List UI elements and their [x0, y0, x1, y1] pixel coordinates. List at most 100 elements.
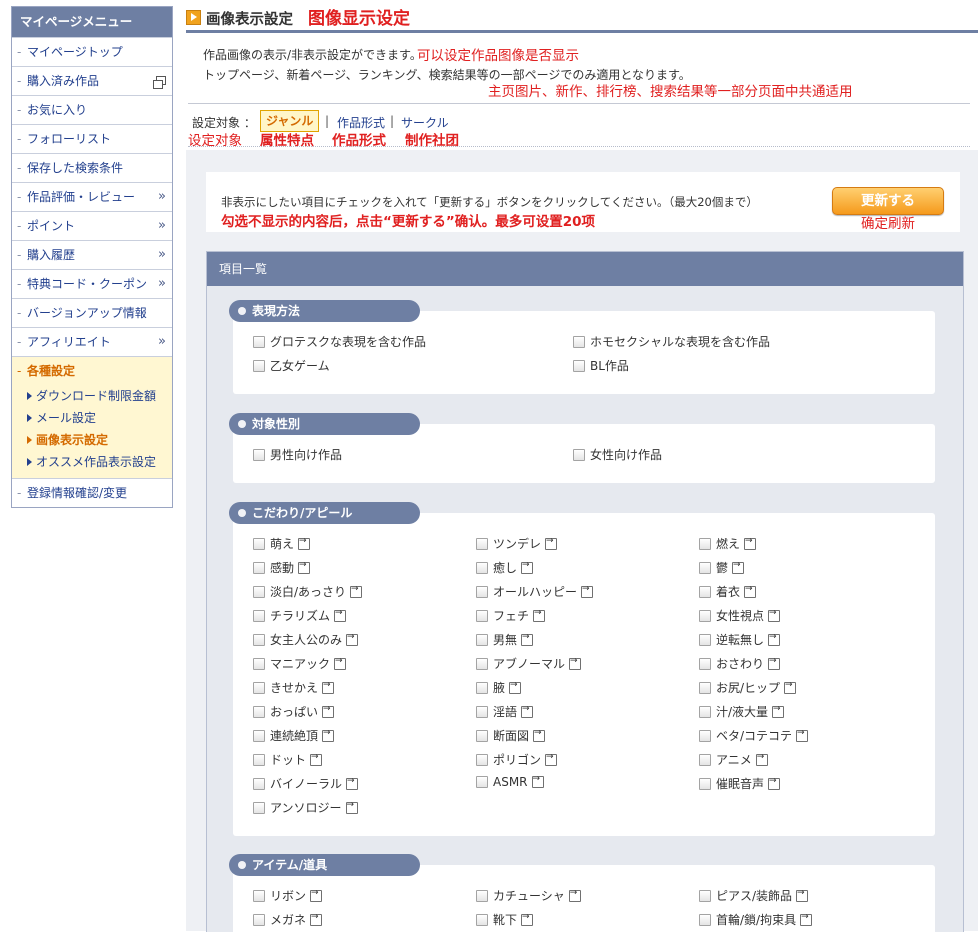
checkbox[interactable]: [253, 609, 265, 622]
checkbox[interactable]: [476, 585, 488, 598]
category-checkbox-item[interactable]: 癒し: [476, 559, 534, 576]
link-arrow-icon[interactable]: [531, 774, 544, 788]
link-arrow-icon[interactable]: [533, 728, 546, 742]
sidebar-item[interactable]: お気に入り: [12, 95, 172, 124]
category-checkbox-item[interactable]: 逆転無し: [699, 631, 781, 648]
update-button[interactable]: 更新する: [832, 187, 944, 215]
checkbox[interactable]: [476, 776, 488, 788]
category-checkbox-item[interactable]: おさわり: [699, 655, 781, 672]
link-arrow-icon[interactable]: [796, 888, 809, 902]
link-arrow-icon[interactable]: [509, 680, 522, 694]
link-arrow-icon[interactable]: [334, 656, 347, 670]
link-arrow-icon[interactable]: [322, 680, 335, 694]
checkbox[interactable]: [253, 729, 265, 742]
link-arrow-icon[interactable]: [545, 536, 558, 550]
link-arrow-icon[interactable]: [796, 728, 809, 742]
category-checkbox-item[interactable]: 汁/液大量: [699, 703, 785, 720]
checkbox[interactable]: [253, 448, 265, 461]
category-checkbox-item[interactable]: カチューシャ: [476, 887, 581, 904]
category-checkbox-item[interactable]: アブノーマル: [476, 655, 582, 672]
link-arrow-icon[interactable]: [768, 608, 781, 622]
category-checkbox-item[interactable]: 男無: [476, 631, 534, 648]
checkbox[interactable]: [573, 448, 585, 461]
category-checkbox-item[interactable]: 腋: [476, 679, 522, 696]
link-arrow-icon[interactable]: [521, 632, 534, 646]
checkbox[interactable]: [253, 561, 265, 574]
link-arrow-icon[interactable]: [346, 776, 359, 790]
link-arrow-icon[interactable]: [298, 560, 311, 574]
link-arrow-icon[interactable]: [568, 888, 581, 902]
checkbox[interactable]: [699, 657, 711, 670]
category-checkbox-item[interactable]: 萌え: [253, 535, 311, 552]
link-arrow-icon[interactable]: [768, 632, 781, 646]
checkbox[interactable]: [476, 633, 488, 646]
category-checkbox-item[interactable]: 感動: [253, 559, 311, 576]
category-checkbox-item[interactable]: ポリゴン: [476, 751, 558, 768]
link-arrow-icon[interactable]: [800, 912, 813, 926]
sidebar-subitem[interactable]: メール設定: [12, 407, 172, 429]
checkbox[interactable]: [476, 537, 488, 550]
checkbox[interactable]: [476, 753, 488, 766]
checkbox[interactable]: [699, 585, 711, 598]
category-checkbox-item[interactable]: きせかえ: [253, 679, 335, 696]
checkbox[interactable]: [699, 537, 711, 550]
category-checkbox-item[interactable]: リボン: [253, 887, 323, 904]
checkbox[interactable]: [253, 335, 265, 348]
sidebar-item[interactable]: ポイント »: [12, 211, 172, 240]
category-checkbox-item[interactable]: 男性向け作品: [253, 446, 342, 463]
sidebar-item[interactable]: 保存した検索条件: [12, 153, 172, 182]
category-checkbox-item[interactable]: バイノーラル: [253, 775, 359, 792]
link-arrow-icon[interactable]: [345, 800, 358, 814]
category-checkbox-item[interactable]: グロテスクな表現を含む作品: [253, 333, 426, 350]
link-arrow-icon[interactable]: [772, 704, 785, 718]
link-arrow-icon[interactable]: [298, 536, 311, 550]
category-checkbox-item[interactable]: フェチ: [476, 607, 546, 624]
checkbox[interactable]: [253, 801, 265, 814]
category-checkbox-item[interactable]: ベタ/コテコテ: [699, 727, 809, 744]
category-checkbox-item[interactable]: 催眠音声: [699, 775, 781, 792]
category-checkbox-item[interactable]: 乙女ゲーム: [253, 357, 330, 374]
link-arrow-icon[interactable]: [784, 680, 797, 694]
checkbox[interactable]: [699, 729, 711, 742]
category-checkbox-item[interactable]: 女性向け作品: [573, 446, 662, 463]
checkbox[interactable]: [699, 609, 711, 622]
checkbox[interactable]: [253, 359, 265, 372]
category-checkbox-item[interactable]: 女主人公のみ: [253, 631, 359, 648]
checkbox[interactable]: [253, 633, 265, 646]
category-checkbox-item[interactable]: 鬱: [699, 559, 745, 576]
link-arrow-icon[interactable]: [322, 704, 335, 718]
category-checkbox-item[interactable]: ASMR: [476, 774, 544, 789]
checkbox[interactable]: [573, 335, 585, 348]
sidebar-subitem[interactable]: オススメ作品表示設定: [12, 451, 172, 473]
link-arrow-icon[interactable]: [310, 752, 323, 766]
sidebar-item[interactable]: バージョンアップ情報: [12, 298, 172, 327]
category-checkbox-item[interactable]: 淫語: [476, 703, 534, 720]
checkbox[interactable]: [699, 913, 711, 926]
link-arrow-icon[interactable]: [533, 608, 546, 622]
checkbox[interactable]: [253, 705, 265, 718]
sidebar-subitem[interactable]: ダウンロード制限金額: [12, 385, 172, 407]
category-checkbox-item[interactable]: BL作品: [573, 357, 629, 374]
link-arrow-icon[interactable]: [569, 656, 582, 670]
checkbox[interactable]: [476, 705, 488, 718]
link-arrow-icon[interactable]: [732, 560, 745, 574]
link-arrow-icon[interactable]: [334, 608, 347, 622]
category-checkbox-item[interactable]: ドット: [253, 751, 323, 768]
category-checkbox-item[interactable]: ホモセクシャルな表現を含む作品: [573, 333, 770, 350]
category-checkbox-item[interactable]: お尻/ヒップ: [699, 679, 797, 696]
sidebar-item[interactable]: マイページトップ: [12, 37, 172, 66]
link-arrow-icon[interactable]: [755, 752, 768, 766]
checkbox[interactable]: [699, 633, 711, 646]
checkbox[interactable]: [699, 753, 711, 766]
sidebar-item-account[interactable]: 登録情報確認/変更: [12, 478, 172, 507]
checkbox[interactable]: [476, 681, 488, 694]
checkbox[interactable]: [253, 777, 265, 790]
category-checkbox-item[interactable]: 女性視点: [699, 607, 781, 624]
checkbox[interactable]: [573, 359, 585, 372]
checkbox[interactable]: [699, 777, 711, 790]
link-arrow-icon[interactable]: [768, 656, 781, 670]
link-arrow-icon[interactable]: [310, 912, 323, 926]
checkbox[interactable]: [253, 657, 265, 670]
link-arrow-icon[interactable]: [521, 560, 534, 574]
sidebar-item[interactable]: 作品評価・レビュー »: [12, 182, 172, 211]
